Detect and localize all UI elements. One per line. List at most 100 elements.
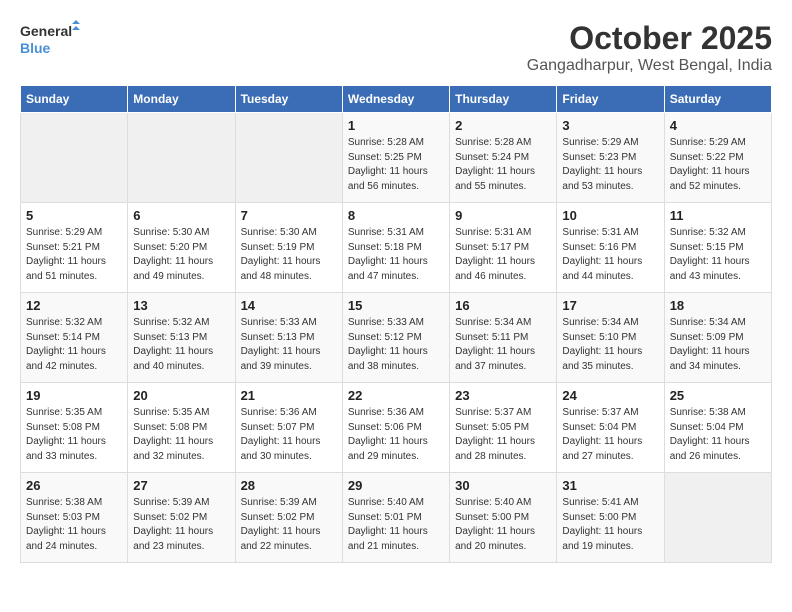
title-block: October 2025 Gangadharpur, West Bengal, … xyxy=(527,20,772,75)
day-number: 10 xyxy=(562,208,658,223)
cell-content: Sunrise: 5:39 AMSunset: 5:02 PMDaylight:… xyxy=(133,496,229,554)
calendar-cell: 31 Sunrise: 5:41 AMSunset: 5:00 PMDayligh… xyxy=(557,473,664,563)
cell-content: Sunrise: 5:28 AMSunset: 5:25 PMDaylight:… xyxy=(348,136,444,194)
day-number: 3 xyxy=(562,118,658,133)
cell-content: Sunrise: 5:29 AMSunset: 5:23 PMDaylight:… xyxy=(562,136,658,194)
day-number: 27 xyxy=(133,478,229,493)
day-number: 22 xyxy=(348,388,444,403)
day-number: 14 xyxy=(241,298,337,313)
cell-content: Sunrise: 5:37 AMSunset: 5:05 PMDaylight:… xyxy=(455,406,551,464)
calendar-cell: 10 Sunrise: 5:31 AMSunset: 5:16 PMDayligh… xyxy=(557,203,664,293)
calendar-cell: 20 Sunrise: 5:35 AMSunset: 5:08 PMDayligh… xyxy=(128,383,235,473)
day-number: 4 xyxy=(670,118,766,133)
svg-text:General: General xyxy=(20,23,72,39)
day-number: 31 xyxy=(562,478,658,493)
cell-content: Sunrise: 5:35 AMSunset: 5:08 PMDaylight:… xyxy=(26,406,122,464)
calendar-cell: 1 Sunrise: 5:28 AMSunset: 5:25 PMDaylight… xyxy=(342,113,449,203)
calendar-cell: 6 Sunrise: 5:30 AMSunset: 5:20 PMDaylight… xyxy=(128,203,235,293)
calendar-cell: 22 Sunrise: 5:36 AMSunset: 5:06 PMDayligh… xyxy=(342,383,449,473)
cell-content: Sunrise: 5:37 AMSunset: 5:04 PMDaylight:… xyxy=(562,406,658,464)
cell-content: Sunrise: 5:30 AMSunset: 5:19 PMDaylight:… xyxy=(241,226,337,284)
cell-content: Sunrise: 5:31 AMSunset: 5:17 PMDaylight:… xyxy=(455,226,551,284)
calendar-cell xyxy=(664,473,771,563)
svg-text:Blue: Blue xyxy=(20,40,51,56)
calendar-cell: 8Sunrise: 5:31 AMSunset: 5:18 PMDaylight… xyxy=(342,203,449,293)
month-title: October 2025 xyxy=(527,20,772,57)
cell-content: Sunrise: 5:32 AMSunset: 5:14 PMDaylight:… xyxy=(26,316,122,374)
calendar-cell xyxy=(21,113,128,203)
day-number: 15 xyxy=(348,298,444,313)
day-number: 20 xyxy=(133,388,229,403)
cell-content: Sunrise: 5:36 AMSunset: 5:07 PMDaylight:… xyxy=(241,406,337,464)
day-number: 16 xyxy=(455,298,551,313)
day-header-saturday: Saturday xyxy=(664,86,771,113)
day-header-wednesday: Wednesday xyxy=(342,86,449,113)
calendar-cell: 11Sunrise: 5:32 AMSunset: 5:15 PMDayligh… xyxy=(664,203,771,293)
day-number: 25 xyxy=(670,388,766,403)
day-number: 12 xyxy=(26,298,122,313)
calendar-cell: 24 Sunrise: 5:37 AMSunset: 5:04 PMDayligh… xyxy=(557,383,664,473)
cell-content: Sunrise: 5:29 AMSunset: 5:21 PMDaylight:… xyxy=(26,226,122,284)
day-number: 28 xyxy=(241,478,337,493)
calendar-cell: 25 Sunrise: 5:38 AMSunset: 5:04 PMDayligh… xyxy=(664,383,771,473)
calendar-cell: 14 Sunrise: 5:33 AMSunset: 5:13 PMDayligh… xyxy=(235,293,342,383)
calendar-cell: 3 Sunrise: 5:29 AMSunset: 5:23 PMDaylight… xyxy=(557,113,664,203)
day-number: 5 xyxy=(26,208,122,223)
day-header-sunday: Sunday xyxy=(21,86,128,113)
calendar-cell: 15 Sunrise: 5:33 AMSunset: 5:12 PMDayligh… xyxy=(342,293,449,383)
day-number: 11 xyxy=(670,208,766,223)
calendar-cell: 30 Sunrise: 5:40 AMSunset: 5:00 PMDayligh… xyxy=(450,473,557,563)
cell-content: Sunrise: 5:29 AMSunset: 5:22 PMDaylight:… xyxy=(670,136,766,194)
cell-content: Sunrise: 5:41 AMSunset: 5:00 PMDaylight:… xyxy=(562,496,658,554)
day-number: 9 xyxy=(455,208,551,223)
cell-content: Sunrise: 5:36 AMSunset: 5:06 PMDaylight:… xyxy=(348,406,444,464)
cell-content: Sunrise: 5:30 AMSunset: 5:20 PMDaylight:… xyxy=(133,226,229,284)
cell-content: Sunrise: 5:31 AMSunset: 5:16 PMDaylight:… xyxy=(562,226,658,284)
calendar-cell: 29Sunrise: 5:40 AMSunset: 5:01 PMDayligh… xyxy=(342,473,449,563)
day-header-friday: Friday xyxy=(557,86,664,113)
calendar-cell: 2 Sunrise: 5:28 AMSunset: 5:24 PMDaylight… xyxy=(450,113,557,203)
calendar-cell: 16Sunrise: 5:34 AMSunset: 5:11 PMDayligh… xyxy=(450,293,557,383)
day-number: 17 xyxy=(562,298,658,313)
calendar-cell: 9 Sunrise: 5:31 AMSunset: 5:17 PMDaylight… xyxy=(450,203,557,293)
cell-content: Sunrise: 5:35 AMSunset: 5:08 PMDaylight:… xyxy=(133,406,229,464)
calendar-cell: 12 Sunrise: 5:32 AMSunset: 5:14 PMDayligh… xyxy=(21,293,128,383)
cell-content: Sunrise: 5:33 AMSunset: 5:12 PMDaylight:… xyxy=(348,316,444,374)
cell-content: Sunrise: 5:38 AMSunset: 5:04 PMDaylight:… xyxy=(670,406,766,464)
day-number: 13 xyxy=(133,298,229,313)
calendar-cell: 27 Sunrise: 5:39 AMSunset: 5:02 PMDayligh… xyxy=(128,473,235,563)
calendar-cell: 17Sunrise: 5:34 AMSunset: 5:10 PMDayligh… xyxy=(557,293,664,383)
cell-content: Sunrise: 5:32 AMSunset: 5:13 PMDaylight:… xyxy=(133,316,229,374)
day-number: 6 xyxy=(133,208,229,223)
day-number: 24 xyxy=(562,388,658,403)
page-header: General Blue October 2025 Gangadharpur, … xyxy=(20,20,772,75)
day-number: 1 xyxy=(348,118,444,133)
calendar-cell: 7 Sunrise: 5:30 AMSunset: 5:19 PMDaylight… xyxy=(235,203,342,293)
day-number: 7 xyxy=(241,208,337,223)
logo-svg: General Blue xyxy=(20,20,80,62)
day-number: 8 xyxy=(348,208,444,223)
cell-content: Sunrise: 5:28 AMSunset: 5:24 PMDaylight:… xyxy=(455,136,551,194)
calendar-cell: 18 Sunrise: 5:34 AMSunset: 5:09 PMDayligh… xyxy=(664,293,771,383)
location-subtitle: Gangadharpur, West Bengal, India xyxy=(527,57,772,75)
day-number: 26 xyxy=(26,478,122,493)
cell-content: Sunrise: 5:34 AMSunset: 5:09 PMDaylight:… xyxy=(670,316,766,374)
day-header-monday: Monday xyxy=(128,86,235,113)
day-number: 2 xyxy=(455,118,551,133)
calendar-cell: 21Sunrise: 5:36 AMSunset: 5:07 PMDayligh… xyxy=(235,383,342,473)
cell-content: Sunrise: 5:39 AMSunset: 5:02 PMDaylight:… xyxy=(241,496,337,554)
day-header-tuesday: Tuesday xyxy=(235,86,342,113)
day-number: 30 xyxy=(455,478,551,493)
calendar-table: SundayMondayTuesdayWednesdayThursdayFrid… xyxy=(20,85,772,563)
day-number: 19 xyxy=(26,388,122,403)
calendar-cell: 23Sunrise: 5:37 AMSunset: 5:05 PMDayligh… xyxy=(450,383,557,473)
cell-content: Sunrise: 5:33 AMSunset: 5:13 PMDaylight:… xyxy=(241,316,337,374)
calendar-cell xyxy=(235,113,342,203)
calendar-cell: 28 Sunrise: 5:39 AMSunset: 5:02 PMDayligh… xyxy=(235,473,342,563)
day-header-thursday: Thursday xyxy=(450,86,557,113)
calendar-cell: 26Sunrise: 5:38 AMSunset: 5:03 PMDayligh… xyxy=(21,473,128,563)
cell-content: Sunrise: 5:40 AMSunset: 5:00 PMDaylight:… xyxy=(455,496,551,554)
calendar-cell: 13 Sunrise: 5:32 AMSunset: 5:13 PMDayligh… xyxy=(128,293,235,383)
day-number: 18 xyxy=(670,298,766,313)
day-number: 29 xyxy=(348,478,444,493)
